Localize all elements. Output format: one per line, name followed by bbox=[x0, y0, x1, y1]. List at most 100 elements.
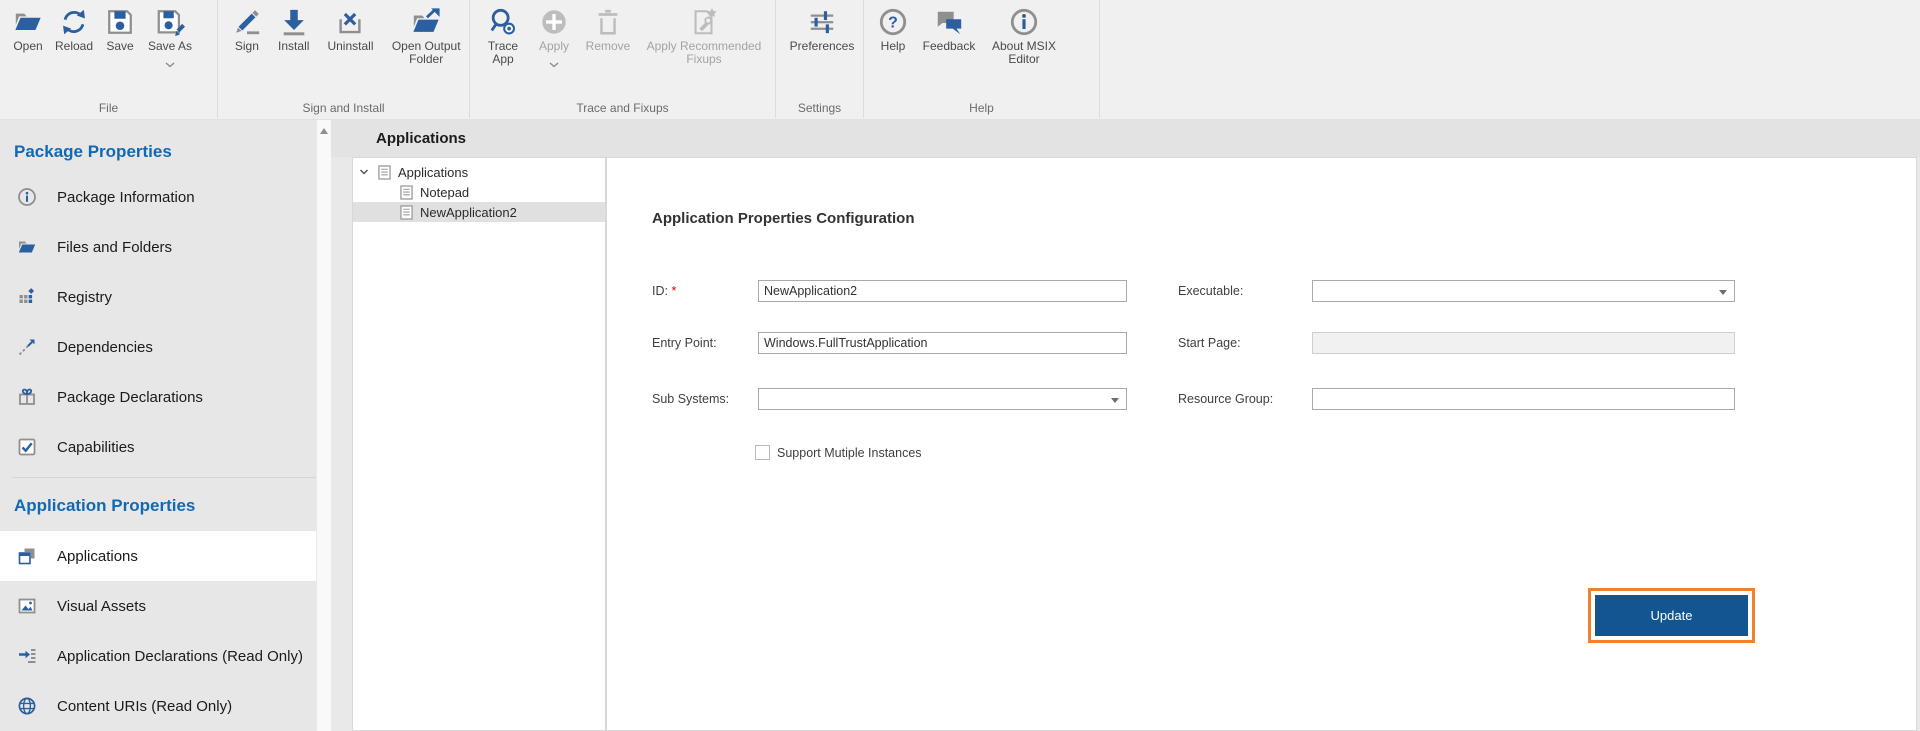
sign-button[interactable]: Sign bbox=[226, 7, 268, 53]
sidebar-item-registry[interactable]: Registry bbox=[0, 272, 316, 322]
sidebar-item-label: Package Declarations bbox=[57, 389, 203, 406]
about-icon bbox=[1009, 7, 1039, 37]
id-field[interactable] bbox=[758, 280, 1127, 302]
application-doc-icon bbox=[378, 165, 391, 180]
tree-item-applications[interactable]: Applications bbox=[353, 162, 605, 182]
open-button[interactable]: Open bbox=[8, 7, 48, 53]
executable-combobox[interactable] bbox=[1312, 280, 1735, 302]
ribbon-group-sign-and-install: SignInstallUninstallOpen Output FolderSi… bbox=[218, 0, 470, 118]
uninstall-icon bbox=[335, 7, 365, 37]
support-multiple-instances-row: Support Mutiple Instances bbox=[755, 445, 922, 460]
sidebar-divider bbox=[12, 477, 316, 478]
about-msix-editor-button[interactable]: About MSIX Editor bbox=[984, 7, 1064, 66]
resource-group-label: Resource Group: bbox=[1178, 392, 1273, 406]
sub-systems-combobox[interactable] bbox=[758, 388, 1127, 410]
trace-app-button[interactable]: Trace App bbox=[478, 7, 528, 66]
chevron-down-icon bbox=[1111, 398, 1119, 403]
chevron-down-icon bbox=[1719, 290, 1727, 295]
entry-point-field[interactable] bbox=[758, 332, 1127, 354]
sidebar-item-label: Registry bbox=[57, 289, 112, 306]
main-area: Applications Applications NotepadNewAppli… bbox=[331, 120, 1920, 731]
apply-button: Apply bbox=[530, 7, 578, 61]
page-title: Applications bbox=[376, 120, 466, 157]
button-label: Preferences bbox=[790, 40, 855, 53]
trace-app-icon bbox=[488, 7, 518, 37]
button-label: Open Output Folder bbox=[383, 40, 469, 66]
uninstall-button[interactable]: Uninstall bbox=[320, 7, 382, 53]
sidebar-item-label: Package Information bbox=[57, 189, 195, 206]
application-doc-icon bbox=[400, 205, 413, 220]
button-label: Sign bbox=[235, 40, 259, 53]
reload-icon bbox=[59, 7, 89, 37]
save-icon bbox=[105, 7, 135, 37]
support-multiple-instances-checkbox[interactable] bbox=[755, 445, 770, 460]
sidebar-section-title-application-properties: Application Properties bbox=[0, 490, 316, 522]
button-label: Apply Recommended Fixups bbox=[638, 40, 770, 66]
button-label: Help bbox=[881, 40, 906, 53]
start-page-label: Start Page: bbox=[1178, 336, 1241, 350]
sidebar-item-application-declarations-read-only[interactable]: Application Declarations (Read Only) bbox=[0, 631, 316, 681]
tree-item-notepad[interactable]: Notepad bbox=[353, 182, 605, 202]
open-output-folder-button[interactable]: Open Output Folder bbox=[383, 7, 469, 66]
sidebar-item-label: Content URIs (Read Only) bbox=[57, 698, 232, 715]
apply-icon bbox=[539, 7, 569, 37]
update-button[interactable]: Update bbox=[1595, 595, 1748, 636]
sidebar-item-label: Files and Folders bbox=[57, 239, 172, 256]
open-output-folder-icon bbox=[411, 7, 441, 37]
ribbon-group-label: Help bbox=[864, 101, 1099, 115]
sidebar-item-label: Capabilities bbox=[57, 439, 135, 456]
chevron-down-icon[interactable] bbox=[549, 55, 559, 61]
scroll-up-arrow-icon[interactable] bbox=[320, 128, 328, 134]
feedback-button[interactable]: Feedback bbox=[916, 7, 982, 53]
sidebar-item-visual-assets[interactable]: Visual Assets bbox=[0, 581, 316, 631]
ribbon-group-file: Open Reload Save Save As File bbox=[0, 0, 218, 118]
svg-text:?: ? bbox=[888, 15, 898, 32]
button-label: Install bbox=[278, 40, 309, 53]
sign-icon bbox=[232, 7, 262, 37]
sidebar-item-applications[interactable]: Applications bbox=[0, 531, 316, 581]
sidebar-item-package-information[interactable]: Package Information bbox=[0, 172, 316, 222]
install-button[interactable]: Install bbox=[270, 7, 318, 53]
tree-item-newapplication2[interactable]: NewApplication2 bbox=[353, 202, 605, 222]
button-label: Remove bbox=[586, 40, 631, 53]
tree-item-label: Applications bbox=[398, 165, 468, 180]
registry-icon bbox=[17, 287, 37, 307]
sidebar-section-title-package-properties: Package Properties bbox=[0, 136, 316, 168]
sidebar-item-capabilities[interactable]: Capabilities bbox=[0, 422, 316, 472]
install-icon bbox=[279, 7, 309, 37]
button-label: Open bbox=[13, 40, 42, 53]
id-label: ID: * bbox=[652, 284, 676, 298]
sidebar-scrollbar[interactable] bbox=[316, 120, 331, 731]
dependencies-icon bbox=[17, 337, 37, 357]
chevron-expanded-icon[interactable] bbox=[359, 167, 369, 177]
sidebar-item-label: Dependencies bbox=[57, 339, 153, 356]
sidebar: Package Properties Package Information Fil… bbox=[0, 120, 316, 731]
info-icon bbox=[17, 187, 37, 207]
visual-assets-icon bbox=[17, 596, 37, 616]
remove-button: Remove bbox=[580, 7, 636, 53]
ribbon-group-label: File bbox=[0, 101, 217, 115]
resource-group-field[interactable] bbox=[1312, 388, 1735, 410]
page-header: Applications bbox=[331, 120, 1920, 157]
help-button[interactable]: ? Help bbox=[872, 7, 914, 53]
help-icon: ? bbox=[878, 7, 908, 37]
button-label: Uninstall bbox=[327, 40, 373, 53]
sidebar-item-content-uris-read-only[interactable]: Content URIs (Read Only) bbox=[0, 681, 316, 731]
applications-icon bbox=[17, 546, 37, 566]
content-uris-icon bbox=[17, 696, 37, 716]
application-properties-form: Application Properties Configuration ID:… bbox=[606, 157, 1917, 731]
sidebar-item-label: Visual Assets bbox=[57, 598, 146, 615]
sidebar-item-label: Applications bbox=[57, 548, 138, 565]
entry-point-label: Entry Point: bbox=[652, 336, 717, 350]
chevron-down-icon[interactable] bbox=[165, 55, 175, 61]
button-label: Save bbox=[106, 40, 133, 53]
save-as-button[interactable]: Save As bbox=[142, 7, 198, 61]
preferences-button[interactable]: Preferences bbox=[784, 7, 860, 53]
reload-button[interactable]: Reload bbox=[50, 7, 98, 53]
save-button[interactable]: Save bbox=[100, 7, 140, 53]
sidebar-item-dependencies[interactable]: Dependencies bbox=[0, 322, 316, 372]
sidebar-item-files-and-folders[interactable]: Files and Folders bbox=[0, 222, 316, 272]
sidebar-item-package-declarations[interactable]: Package Declarations bbox=[0, 372, 316, 422]
button-label: Save As bbox=[148, 40, 192, 53]
button-label: Apply bbox=[539, 40, 569, 53]
